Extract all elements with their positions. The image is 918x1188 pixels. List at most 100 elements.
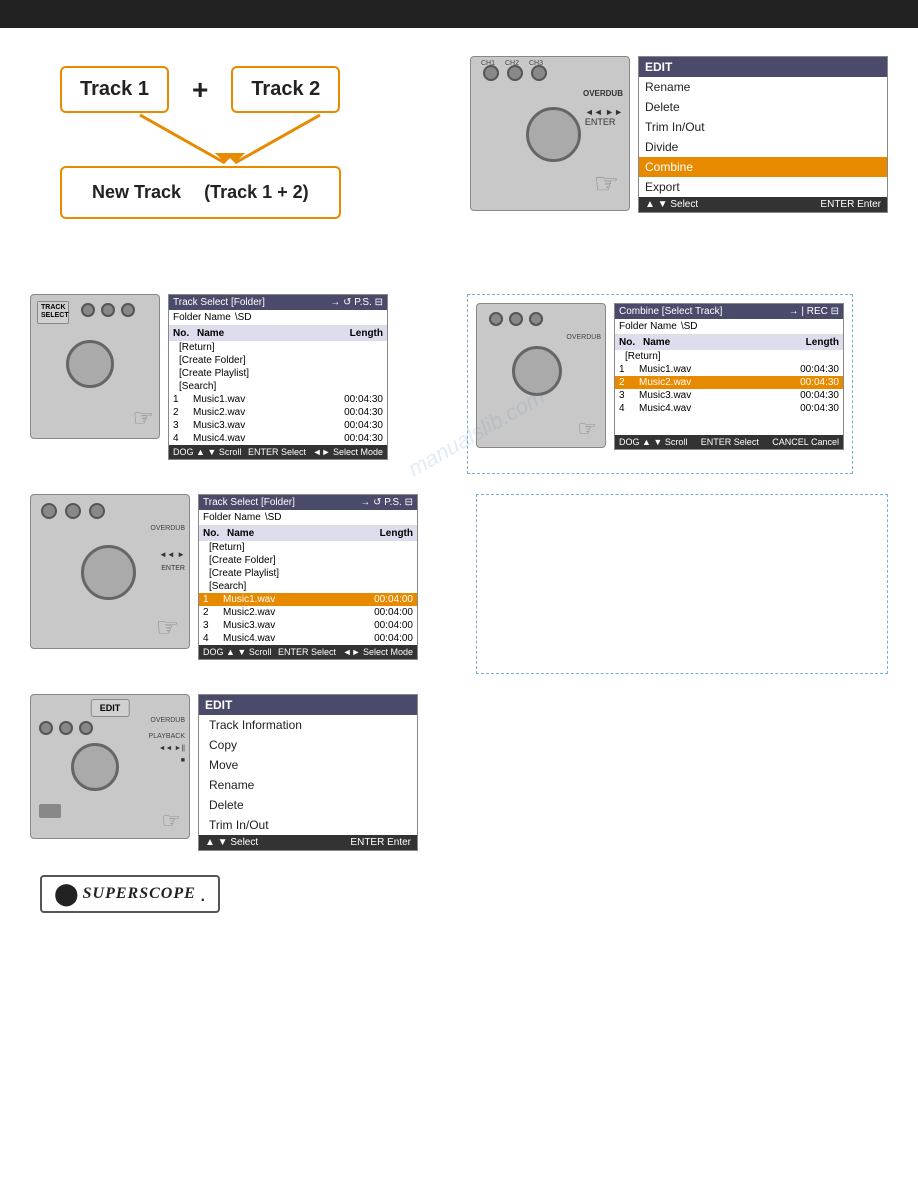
c-i3-no: 3 [619,390,639,401]
item3-no: 3 [173,420,193,431]
arrows-svg [60,113,410,173]
ts2-item-1[interactable]: 1 Music1.wav 00:04:00 [199,593,417,606]
c-i3-name: Music3.wav [639,390,800,401]
track-select-footer: DOG ▲ ▼ Scroll ENTER Select ◄► Select Mo… [169,445,387,459]
ts2-item-4[interactable]: 4 Music4.wav 00:04:00 [199,632,417,645]
edit-menu2-move[interactable]: Move [199,755,417,775]
list-item-3[interactable]: 3 Music3.wav 00:04:30 [169,419,387,432]
big-knob5 [71,743,119,791]
ts2-footer: DOG ▲ ▼ Scroll ENTER Select ◄► Select Mo… [199,645,417,659]
edit-btn-on-device[interactable]: EDIT [91,699,130,717]
diagram-top-row: Track 1 + Track 2 [60,66,460,113]
edit-menu2-rename[interactable]: Rename [199,775,417,795]
ts2-i3-no: 3 [203,620,223,631]
edit-menu-export[interactable]: Export [639,177,887,197]
ts2-i3-name: Music3.wav [223,620,374,631]
list-item-1[interactable]: 1 Music1.wav 00:04:30 [169,393,387,406]
dev-overdub5: OVERDUB [150,717,185,724]
ts2-col-no: No. [203,528,227,539]
dev-playback5: PLAYBACK [149,733,185,740]
list-item-return[interactable]: [Return] [169,341,387,354]
track-select-btn[interactable]: TRACKSELECT [37,301,69,324]
track-select-title-text: Track Select [Folder] [173,297,265,308]
edit-menu2-footer-left: ▲ ▼ Select [205,837,258,848]
device-panel-3: OVERDUB ☞ [476,303,606,448]
edit-menu-rename[interactable]: Rename [639,77,887,97]
c-footer-right: CANCEL Cancel [772,437,839,447]
edit-menu-footer: ▲ ▼ Select ENTER Enter [639,197,887,212]
c-i2-len: 00:04:30 [800,377,839,388]
list-item-4[interactable]: 4 Music4.wav 00:04:30 [169,432,387,445]
ts2-footer-left: DOG ▲ ▼ Scroll [203,647,271,657]
device-panel-4: OVERDUB ◄◄ ► ENTER ☞ [30,494,190,649]
item1-name: Music1.wav [193,394,344,405]
knob-c3 [529,312,543,326]
c-i3-len: 00:04:30 [800,390,839,401]
ts2-i4-name: Music4.wav [223,633,374,644]
dev-label-ch1: CH1 [481,60,495,67]
list-item-create-playlist[interactable]: [Create Playlist] [169,367,387,380]
ts2-folder-value: \SD [265,512,282,523]
c-item-2[interactable]: 2 Music2.wav 00:04:30 [615,376,843,389]
edit-menu2-copy[interactable]: Copy [199,735,417,755]
edit-menu2-footer: ▲ ▼ Select ENTER Enter [199,835,417,850]
knob3 [531,65,547,81]
logo-dot2: . [200,881,206,907]
edit-menu-delete[interactable]: Delete [639,97,887,117]
c-return-name: [Return] [625,351,661,362]
ts2-i1-name: Music1.wav [223,594,374,605]
track2-box: Track 2 [231,66,340,113]
c-i2-no: 2 [619,377,639,388]
section1: Track 1 + Track 2 [30,56,888,266]
section2: TRACKSELECT ☞ Track Select [Folder] → ↺ … [30,294,888,474]
c-footer-mid: ENTER Select [701,437,759,447]
ts2-create-folder[interactable]: [Create Folder] [199,554,417,567]
edit-menu2-footer-right: ENTER Enter [350,837,411,848]
track-select-panel: Track Select [Folder] → ↺ P.S. ⊟ Folder … [168,294,388,460]
knob-sm1 [81,303,95,317]
ts2-return-name: [Return] [209,542,245,553]
track2-label: Track 2 [251,78,320,100]
edit-menu-combine[interactable]: Combine [639,157,887,177]
edit-menu2-delete[interactable]: Delete [199,795,417,815]
dev-enter5: ■ [181,757,185,764]
device-panel-1: ☞ CH1 CH2 CH3 OVERDUB ◄◄ ►► ENTER [470,56,630,211]
top-bar [0,0,918,28]
c-i1-no: 1 [619,364,639,375]
knob-e2 [59,721,73,735]
track-select-title-icons: → ↺ P.S. ⊟ [330,297,383,308]
knob-sm2 [101,303,115,317]
item3-name: Music3.wav [193,420,344,431]
item-return-name: [Return] [179,342,215,353]
edit-menu2-triminout[interactable]: Trim In/Out [199,815,417,835]
c-item-4[interactable]: 4 Music4.wav 00:04:30 [615,402,843,415]
c-col-name: Name [643,337,806,348]
c-item-3[interactable]: 3 Music3.wav 00:04:30 [615,389,843,402]
edit-menu2-trackinfo[interactable]: Track Information [199,715,417,735]
dev-arrows: ◄◄ ►► ENTER [585,107,623,127]
c-i4-name: Music4.wav [639,403,800,414]
section3-right-dotted [476,494,888,674]
c-item-return[interactable]: [Return] [615,350,843,363]
ts2-title: Track Select [Folder] → ↺ P.S. ⊟ [199,495,417,510]
combine-panel: Combine [Select Track] → | REC ⊟ Folder … [614,303,844,450]
ts2-item-3[interactable]: 3 Music3.wav 00:04:00 [199,619,417,632]
knob2 [507,65,523,81]
list-item-2[interactable]: 2 Music2.wav 00:04:30 [169,406,387,419]
list-item-search[interactable]: [Search] [169,380,387,393]
ts2-cp-name: [Create Playlist] [209,568,279,579]
edit-menu-divide[interactable]: Divide [639,137,887,157]
finger-cursor-2: ☞ [132,404,154,433]
ts2-search[interactable]: [Search] [199,580,417,593]
ts2-header: No. Name Length [199,526,417,541]
c-item-1[interactable]: 1 Music1.wav 00:04:30 [615,363,843,376]
list-item-create-folder[interactable]: [Create Folder] [169,354,387,367]
dev-label-ch3: CH3 [529,60,543,67]
ts2-i4-no: 4 [203,633,223,644]
ts2-item-2[interactable]: 2 Music2.wav 00:04:00 [199,606,417,619]
combine-title-icons: → | REC ⊟ [789,306,839,317]
ts2-return[interactable]: [Return] [199,541,417,554]
ts2-create-playlist[interactable]: [Create Playlist] [199,567,417,580]
edit-menu-triminout[interactable]: Trim In/Out [639,117,887,137]
track-select-panel-2: Track Select [Folder] → ↺ P.S. ⊟ Folder … [198,494,418,660]
